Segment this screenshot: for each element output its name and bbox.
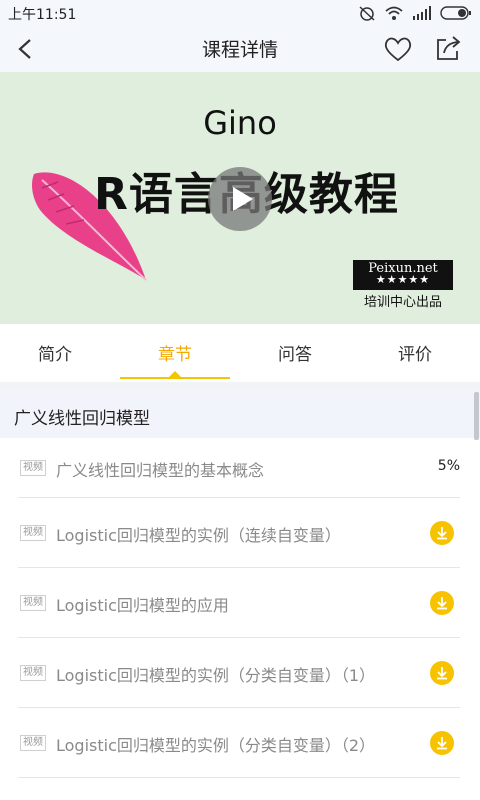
chapter-header: 广义线性回归模型	[0, 390, 480, 438]
lesson-item[interactable]: 视频 Logistic回归模型的实例（连续自变量）	[18, 498, 460, 568]
video-tag: 视频	[20, 664, 46, 681]
course-tabs: 简介 章节 问答 评价	[0, 324, 480, 382]
tab-chapters[interactable]: 章节	[120, 340, 230, 365]
tab-reviews[interactable]: 评价	[360, 340, 470, 365]
video-tag: 视频	[20, 594, 46, 611]
download-icon	[437, 596, 447, 609]
download-button[interactable]	[430, 520, 454, 545]
share-icon	[437, 36, 461, 60]
active-tab-underline	[120, 377, 230, 379]
lesson-item[interactable]: 视频 Logistic回归模型的实例（分类自变量）（1）	[18, 638, 460, 708]
lesson-progress: 5%	[437, 457, 460, 474]
lesson-title: Logistic回归模型的应用	[56, 595, 229, 615]
lesson-title: 广义线性回归模型的基本概念	[56, 460, 265, 480]
lesson-title: Logistic回归模型的实例（分类自变量）（2）	[56, 735, 376, 755]
section-divider	[0, 382, 480, 390]
wifi-icon	[385, 6, 403, 20]
download-button[interactable]	[430, 730, 454, 755]
status-bar: 上午11:51	[0, 0, 480, 26]
tab-qa[interactable]: 问答	[240, 340, 350, 365]
course-banner[interactable]: Gino R语言高级教程 Peixun.net ★★★★★ 培训中心出品	[0, 72, 480, 324]
play-icon	[233, 187, 253, 211]
chapter-title: 广义线性回归模型	[14, 409, 150, 429]
video-tag: 视频	[20, 524, 46, 541]
download-button[interactable]	[430, 590, 454, 615]
status-icons	[358, 4, 472, 22]
signal-icon	[413, 6, 431, 20]
share-button[interactable]	[432, 34, 464, 64]
brand-logo: Peixun.net ★★★★★	[353, 260, 453, 290]
video-tag: 视频	[20, 459, 46, 476]
banner-author: Gino	[203, 104, 277, 142]
tab-intro[interactable]: 简介	[0, 340, 110, 365]
heart-icon	[384, 37, 412, 62]
lesson-title: Logistic回归模型的实例（连续自变量）	[56, 525, 341, 545]
download-button[interactable]	[430, 660, 454, 685]
brand-logo-subtitle: 培训中心出品	[363, 295, 442, 310]
play-button[interactable]	[208, 167, 272, 231]
lesson-item[interactable]: 视频 Logistic回归模型的实例（分类自变量）（2）	[18, 708, 460, 778]
download-icon	[437, 526, 447, 539]
favorite-button[interactable]	[382, 34, 414, 64]
download-icon	[437, 736, 447, 749]
navigation-bar: 课程详情	[0, 26, 480, 72]
lesson-title: Logistic回归模型的实例（分类自变量）（1）	[56, 665, 376, 685]
video-tag: 视频	[20, 734, 46, 751]
status-time: 上午11:51	[8, 7, 77, 23]
lesson-item[interactable]: 视频 广义线性回归模型的基本概念 5%	[18, 438, 460, 498]
brand-logo-stars: ★★★★★	[375, 273, 431, 286]
battery-icon	[440, 6, 471, 20]
alarm-off-icon	[359, 6, 375, 21]
lesson-item[interactable]: 视频 Logistic回归模型的应用	[18, 568, 460, 638]
scrollbar[interactable]	[474, 392, 479, 440]
download-icon	[437, 666, 447, 679]
